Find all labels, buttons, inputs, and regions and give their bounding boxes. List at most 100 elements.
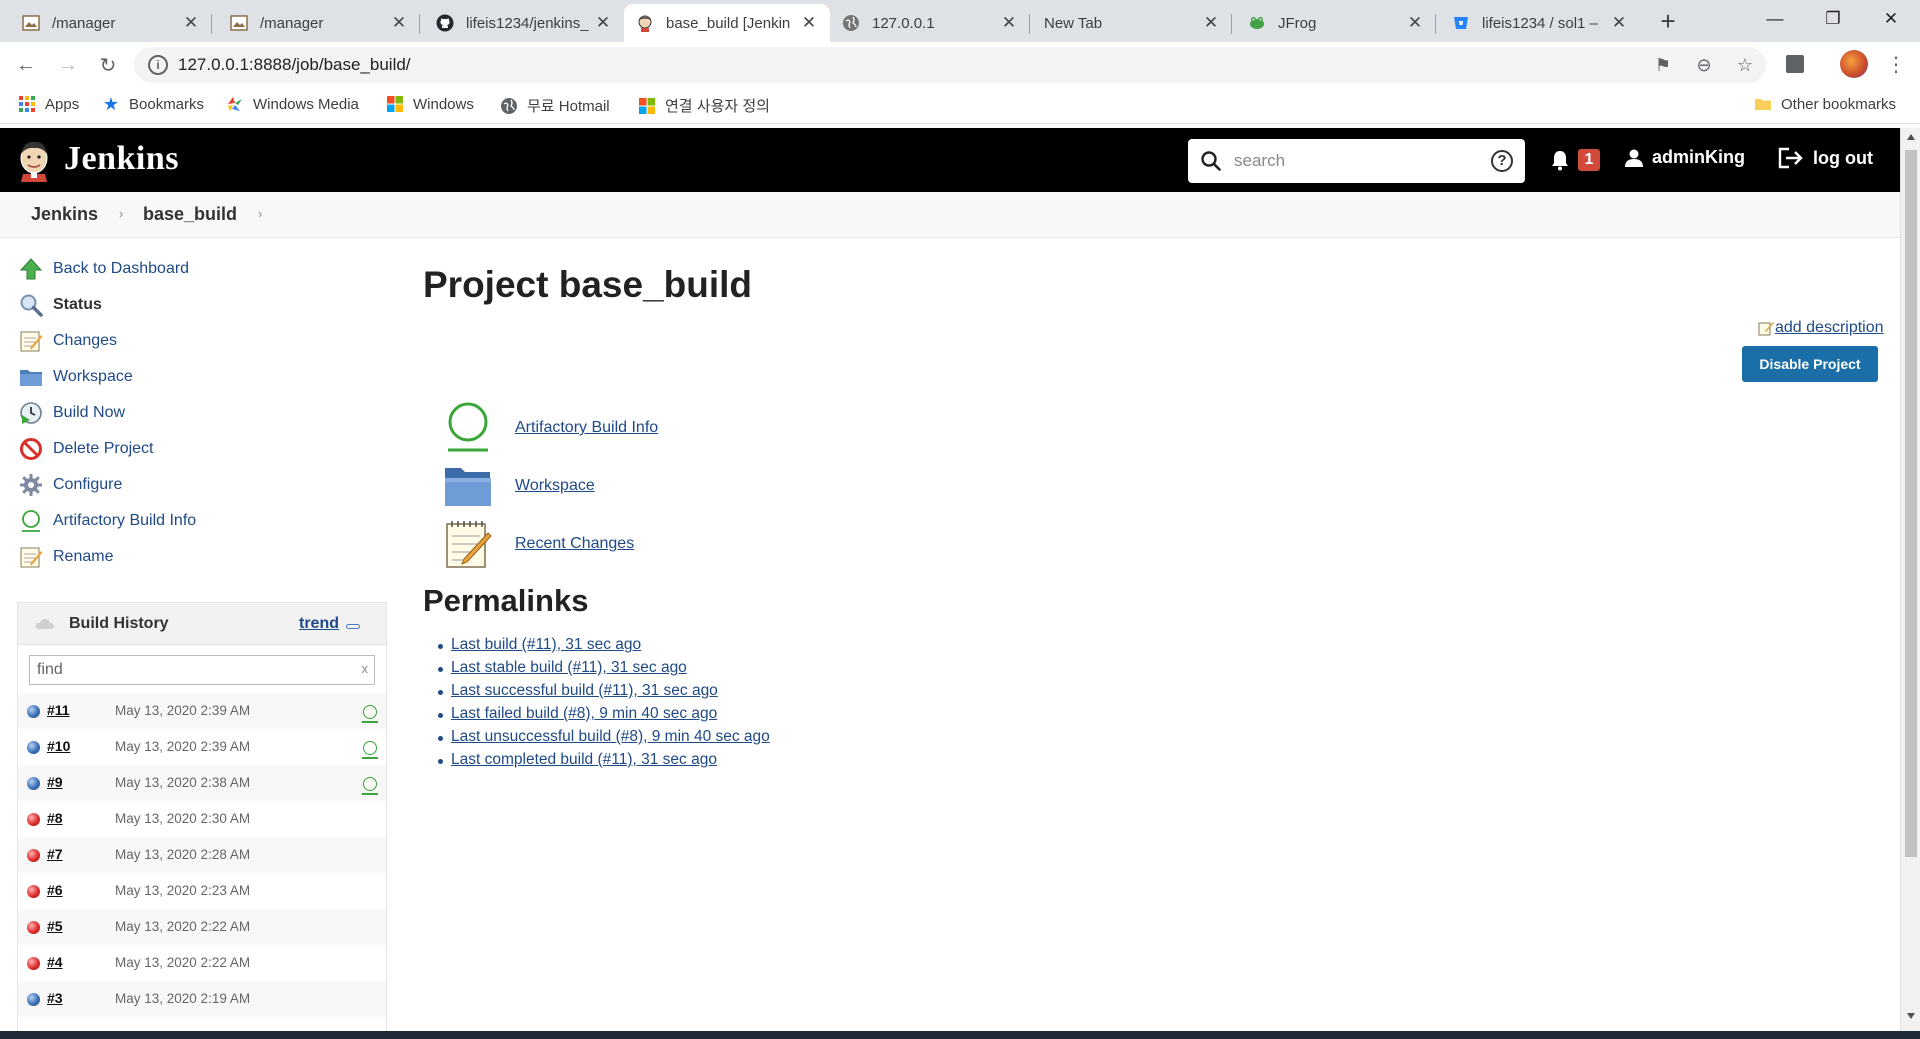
sidebar-item-configure[interactable]: Configure xyxy=(18,470,122,500)
bookmark-hotmail[interactable]: 무료 Hotmail xyxy=(500,95,610,116)
main-link-label[interactable]: Recent Changes xyxy=(515,535,634,553)
success-ball-icon[interactable] xyxy=(27,777,40,790)
search-input[interactable] xyxy=(1234,147,1474,175)
success-ball-icon[interactable] xyxy=(27,705,40,718)
build-date[interactable]: May 13, 2020 2:30 AM xyxy=(115,811,250,826)
jenkins-logo[interactable] xyxy=(16,138,52,182)
find-input[interactable] xyxy=(30,656,340,684)
build-number-link[interactable]: #11 xyxy=(47,702,70,718)
close-icon[interactable]: ✕ xyxy=(1406,13,1424,33)
permalink-last-successful-build[interactable]: Last successful build (#11), 31 sec ago xyxy=(438,682,770,705)
bookmark-customize[interactable]: 연결 사용자 정의 xyxy=(638,95,770,116)
browser-tab-new[interactable]: New Tab ✕ xyxy=(1032,4,1232,42)
browser-tab-jfrog[interactable]: JFrog ✕ xyxy=(1236,4,1436,42)
scroll-down-icon[interactable] xyxy=(1907,1013,1915,1019)
logout-label[interactable]: log out xyxy=(1813,148,1873,169)
sidebar-item-workspace[interactable]: Workspace xyxy=(18,362,133,392)
browser-tab-manager-2[interactable]: /manager ✕ xyxy=(218,4,420,42)
add-description-label[interactable]: add description xyxy=(1775,319,1884,337)
close-icon[interactable]: ✕ xyxy=(594,13,612,33)
scrollbar-thumb[interactable] xyxy=(1905,150,1917,857)
restore-button[interactable]: ❐ xyxy=(1804,0,1862,38)
breadcrumb-jenkins[interactable]: Jenkins xyxy=(31,204,98,225)
trend-link[interactable]: trend xyxy=(299,615,339,633)
chevron-right-icon[interactable]: › xyxy=(258,206,262,221)
build-date[interactable]: May 13, 2020 2:22 AM xyxy=(115,955,250,970)
failure-ball-icon[interactable] xyxy=(27,849,40,862)
build-number-link[interactable]: #3 xyxy=(47,990,63,1006)
minimize-button[interactable]: — xyxy=(1746,0,1804,38)
build-date[interactable]: May 13, 2020 2:28 AM xyxy=(115,847,250,862)
close-icon[interactable]: ✕ xyxy=(1610,13,1628,33)
sidebar-item-build-now[interactable]: Build Now xyxy=(18,398,125,428)
close-icon[interactable]: ✕ xyxy=(1000,13,1018,33)
build-number-link[interactable]: #6 xyxy=(47,882,63,898)
permalink-last-stable-build[interactable]: Last stable build (#11), 31 sec ago xyxy=(438,659,770,682)
failure-ball-icon[interactable] xyxy=(27,921,40,934)
build-number-link[interactable]: #7 xyxy=(47,846,63,862)
close-icon[interactable]: ✕ xyxy=(1202,13,1220,33)
sidebar-item-back-to-dashboard[interactable]: Back to Dashboard xyxy=(18,254,189,284)
sidebar-item-delete-project[interactable]: Delete Project xyxy=(18,434,154,464)
back-arrow-icon[interactable]: ← xyxy=(12,51,40,79)
main-link-label[interactable]: Workspace xyxy=(515,477,595,495)
add-description-link[interactable]: add description xyxy=(1758,319,1884,337)
chevron-right-icon[interactable]: › xyxy=(119,206,123,221)
bookmark-windows[interactable]: Windows xyxy=(386,95,474,113)
close-icon[interactable]: ✕ xyxy=(182,13,200,33)
scroll-up-icon[interactable] xyxy=(1907,134,1915,140)
build-date[interactable]: May 13, 2020 2:39 AM xyxy=(115,739,250,754)
build-date[interactable]: May 13, 2020 2:38 AM xyxy=(115,775,250,790)
artifactory-icon[interactable] xyxy=(362,741,378,759)
forward-arrow-icon[interactable]: → xyxy=(54,51,82,79)
menu-icon[interactable]: ⋮ xyxy=(1886,52,1906,77)
build-date[interactable]: May 13, 2020 2:39 AM xyxy=(115,703,250,718)
build-number-link[interactable]: #4 xyxy=(47,954,63,970)
success-ball-icon[interactable] xyxy=(27,741,40,754)
permalink-last-completed-build[interactable]: Last completed build (#11), 31 sec ago xyxy=(438,751,770,774)
notification-badge[interactable]: 1 xyxy=(1578,149,1600,171)
bookmark-windows-media[interactable]: Windows Media xyxy=(226,95,359,113)
star-icon[interactable]: ☆ xyxy=(1734,54,1756,76)
artifactory-icon[interactable] xyxy=(362,705,378,723)
artifactory-icon[interactable] xyxy=(362,777,378,795)
build-number-link[interactable]: #10 xyxy=(47,738,70,754)
new-tab-button[interactable]: + xyxy=(1652,6,1684,37)
other-bookmarks[interactable]: Other bookmarks xyxy=(1754,95,1896,113)
reload-icon[interactable]: ↻ xyxy=(94,51,122,79)
permalink-last-failed-build[interactable]: Last failed build (#8), 9 min 40 sec ago xyxy=(438,705,770,728)
disable-project-button[interactable]: Disable Project xyxy=(1742,346,1878,382)
main-link-label[interactable]: Artifactory Build Info xyxy=(515,419,658,437)
vertical-scrollbar[interactable] xyxy=(1900,128,1920,1039)
address-bar[interactable]: i 127.0.0.1:8888/job/base_build/ ⚑ ⊖ ☆ xyxy=(134,47,1766,83)
browser-tab-github[interactable]: lifeis1234/jenkins_ ✕ xyxy=(424,4,624,42)
build-number-link[interactable]: #8 xyxy=(47,810,63,826)
failure-ball-icon[interactable] xyxy=(27,957,40,970)
browser-tab-localhost[interactable]: 127.0.0.1 ✕ xyxy=(830,4,1030,42)
sidebar-item-changes[interactable]: Changes xyxy=(18,326,117,356)
close-icon[interactable]: ✕ xyxy=(390,13,408,33)
build-number-link[interactable]: #9 xyxy=(47,774,63,790)
url-text[interactable]: 127.0.0.1:8888/job/base_build/ xyxy=(178,55,411,75)
help-icon[interactable]: ? xyxy=(1491,150,1513,172)
user-menu[interactable]: adminKing xyxy=(1624,147,1745,168)
build-date[interactable]: May 13, 2020 2:22 AM xyxy=(115,919,250,934)
info-icon[interactable]: i xyxy=(148,55,168,75)
build-date[interactable]: May 13, 2020 2:19 AM xyxy=(115,991,250,1006)
main-link-recent-changes[interactable]: Recent Changes xyxy=(443,519,634,569)
permalink-last-unsuccessful-build[interactable]: Last unsuccessful build (#8), 9 min 40 s… xyxy=(438,728,770,751)
translate-icon[interactable]: ⚑ xyxy=(1652,54,1674,76)
bookmark-bookmarks[interactable]: ★ Bookmarks xyxy=(102,94,204,114)
build-number-link[interactable]: #5 xyxy=(47,918,63,934)
breadcrumb-base-build[interactable]: base_build xyxy=(143,204,237,225)
logout-link[interactable]: log out xyxy=(1778,147,1873,169)
browser-tab-bitbucket[interactable]: lifeis1234 / sol1 – ✕ xyxy=(1440,4,1640,42)
close-window-button[interactable]: ✕ xyxy=(1862,0,1920,38)
close-icon[interactable]: ✕ xyxy=(800,13,818,33)
jenkins-brand[interactable]: Jenkins xyxy=(64,140,179,178)
browser-tab-manager-1[interactable]: /manager ✕ xyxy=(10,4,212,42)
failure-ball-icon[interactable] xyxy=(27,885,40,898)
extension-icon[interactable] xyxy=(1786,55,1804,73)
bell-icon[interactable] xyxy=(1548,148,1572,172)
bookmark-apps[interactable]: Apps xyxy=(18,95,79,113)
